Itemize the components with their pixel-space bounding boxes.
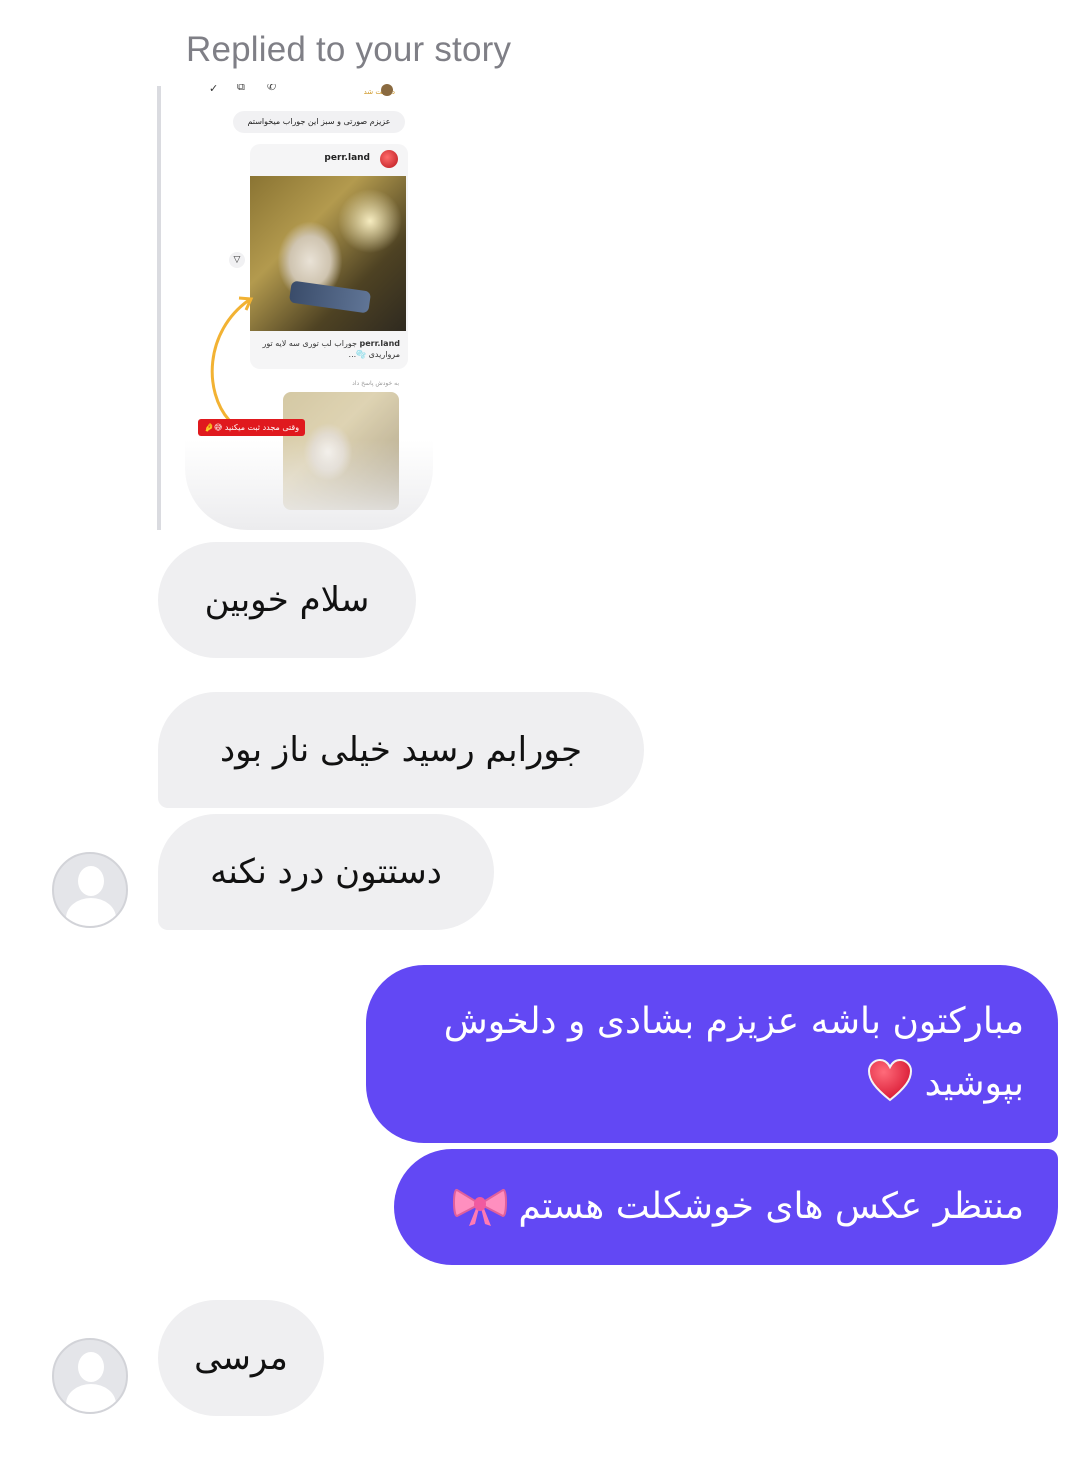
phone-icon: ✆	[267, 84, 277, 93]
message-text-line: بپوشید	[400, 1053, 1024, 1115]
message-text: بپوشید	[924, 1063, 1024, 1104]
avatar-body-icon	[66, 1384, 116, 1412]
story-preview-avatar	[381, 84, 393, 96]
message-bubble-outgoing[interactable]: مبارکتون باشه عزیزم بشادی و دلخوش بپوشید	[366, 965, 1058, 1143]
post-caption-account: perr.land	[359, 339, 400, 348]
message-bubble-incoming[interactable]: مرسی	[158, 1300, 324, 1416]
message-text-line: مبارکتون باشه عزیزم بشادی و دلخوش	[443, 1001, 1024, 1042]
message-bubble-incoming[interactable]: جورابم رسید خیلی ناز بود	[158, 692, 644, 808]
ribbon-icon	[452, 1188, 507, 1226]
red-heart-icon	[868, 1058, 913, 1102]
post-account-name: perr.land	[324, 153, 370, 163]
post-image-detail	[288, 280, 372, 314]
avatar-head-icon	[78, 1352, 104, 1382]
message-bubble-incoming[interactable]: دستتون درد نکنه	[158, 814, 494, 930]
send-icon: ▽	[229, 252, 245, 268]
message-text: دستتون درد نکنه	[210, 852, 442, 892]
copy-icon: ⧉	[237, 84, 245, 93]
message-text: جورابم رسید خیلی ناز بود	[219, 730, 583, 770]
story-quote-line	[157, 86, 161, 530]
story-preview-message: عزیزم صورتی و سبز این جوراب میخواستم	[233, 111, 405, 133]
story-preview[interactable]: ✓ ⧉ ✆ در ثبت شد عزیزم صورتی و سبز این جو…	[185, 84, 433, 530]
story-preview-fade	[185, 440, 433, 530]
message-text: سلام خوبین	[204, 580, 370, 620]
avatar-head-icon	[78, 866, 104, 896]
post-caption: perr.land جوراب لب توری سه لایه تور مروا…	[258, 338, 400, 360]
message-bubble-incoming[interactable]: سلام خوبین	[158, 542, 416, 658]
avatar-body-icon	[66, 898, 116, 926]
story-preview-replied-note: به خودش پاسخ داد	[352, 380, 399, 387]
avatar[interactable]	[52, 852, 128, 928]
post-image	[250, 176, 406, 331]
arrow-annotation-icon	[210, 296, 254, 421]
message-text: مرسی	[194, 1338, 288, 1378]
check-icon: ✓	[209, 84, 219, 95]
avatar[interactable]	[52, 1338, 128, 1414]
message-text: منتظر عکس های خوشکلت هستم	[518, 1186, 1024, 1227]
message-bubble-outgoing[interactable]: منتظر عکس های خوشکلت هستم	[394, 1149, 1058, 1265]
story-preview-post: perr.land perr.land جوراب لب توری سه لای…	[250, 144, 408, 369]
story-reply-label: Replied to your story	[186, 30, 512, 69]
promo-badge: وقتی مجدد ثبت میکنید 😅🤌	[198, 419, 306, 436]
post-account-avatar	[380, 150, 398, 168]
